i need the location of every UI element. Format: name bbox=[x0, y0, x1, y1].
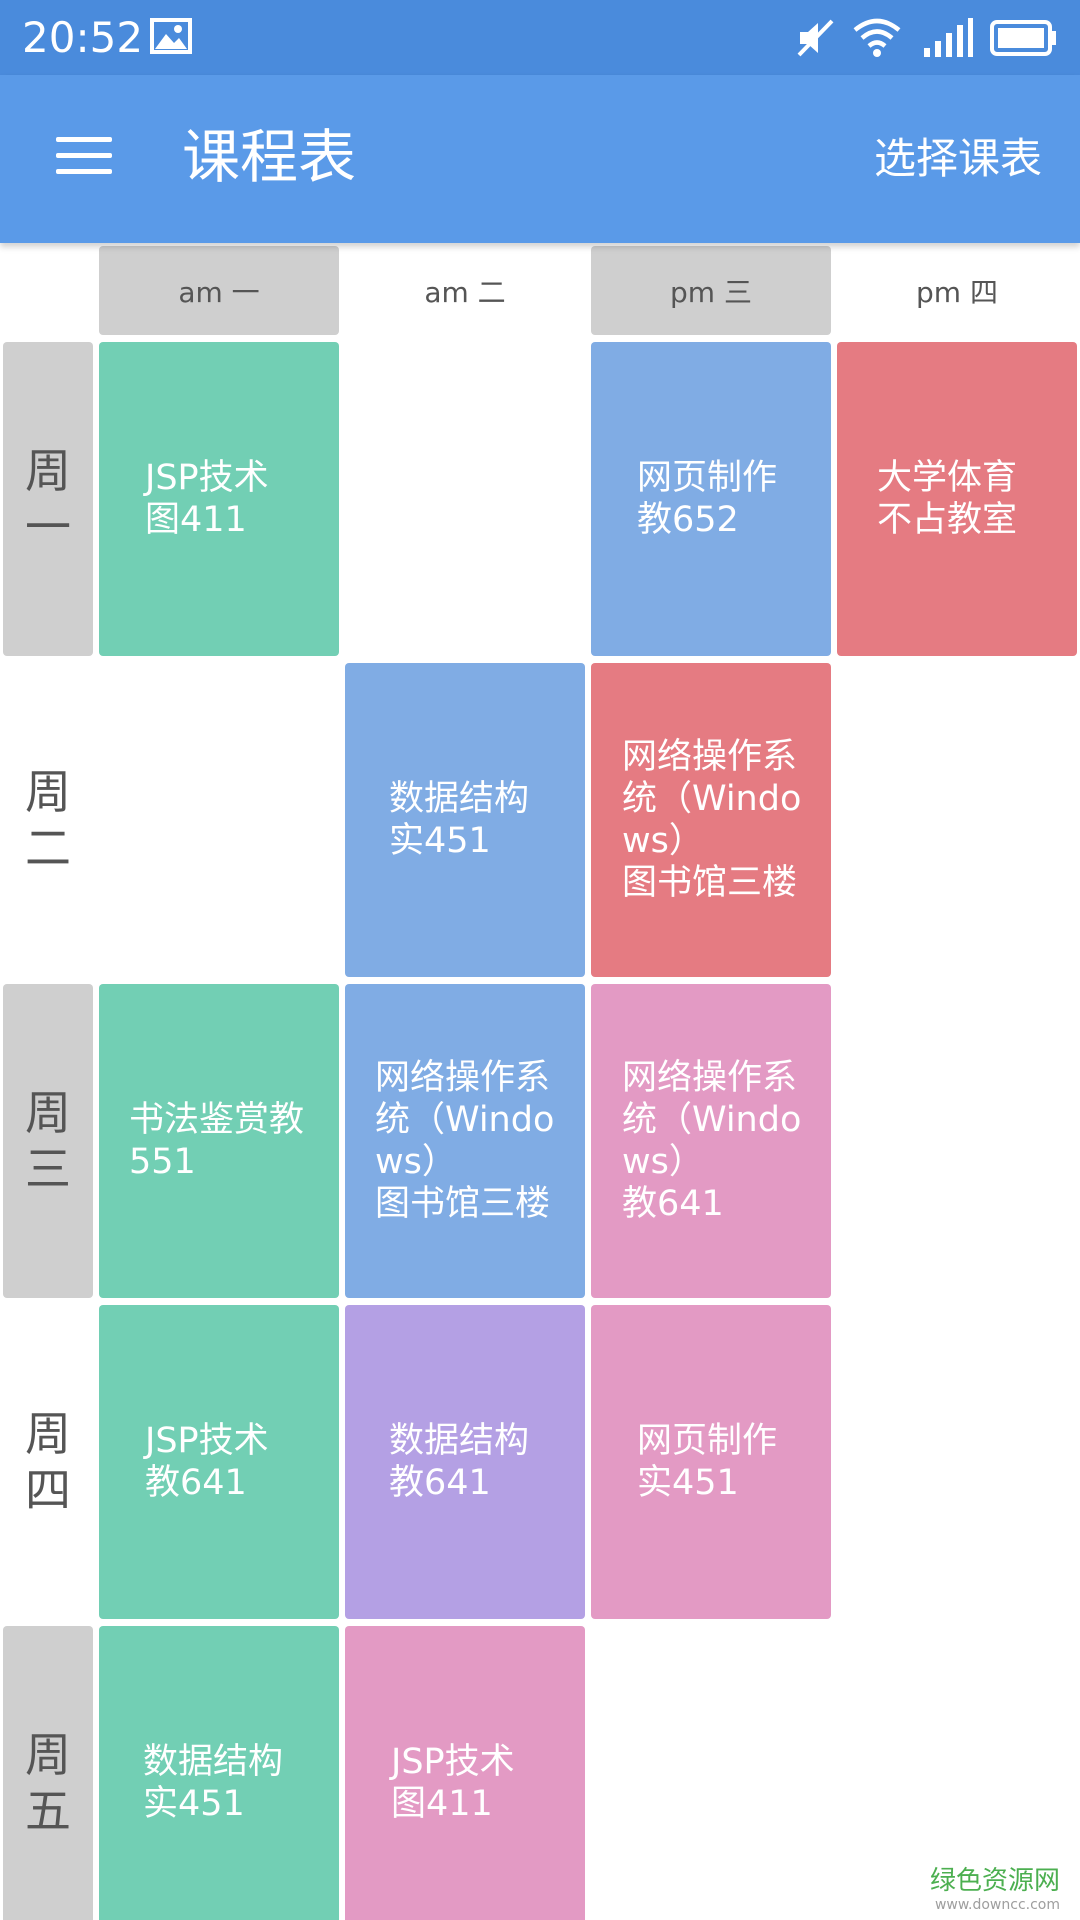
course-text: 网络操作系统（Windows） 图书馆三楼 bbox=[622, 737, 802, 903]
app-bar: 课程表 选择课表 bbox=[0, 75, 1080, 243]
page-title: 课程表 bbox=[182, 123, 357, 191]
day-header-wed: 周三 bbox=[3, 984, 93, 1298]
period-header-2: am 二 bbox=[424, 275, 506, 309]
watermark-name: 绿色资源网 bbox=[929, 1866, 1060, 1896]
battery-icon bbox=[990, 20, 1056, 56]
course-text: 数据结构 实451 bbox=[389, 779, 530, 861]
status-time: 20:52 bbox=[22, 13, 144, 62]
day-header-tue: 周二 bbox=[25, 765, 71, 875]
course-cell-fri-1[interactable]: 数据结构 实451 bbox=[99, 1626, 339, 1920]
watermark-url: www.downcc.com bbox=[934, 1897, 1060, 1913]
course-text: 网络操作系统（Windows） 教641 bbox=[622, 1058, 802, 1224]
course-text: JSP技术 教641 bbox=[145, 1421, 269, 1503]
menu-icon[interactable] bbox=[46, 127, 114, 183]
course-cell-tue-3[interactable]: 网络操作系统（Windows） 图书馆三楼 bbox=[591, 663, 831, 977]
status-bar: 20:52 bbox=[0, 0, 1080, 75]
course-cell-thu-3[interactable]: 网页制作 实451 bbox=[591, 1305, 831, 1619]
course-cell-thu-2[interactable]: 数据结构 教641 bbox=[345, 1305, 585, 1619]
course-text: 网络操作系统（Windows） 图书馆三楼 bbox=[375, 1058, 555, 1224]
course-cell-mon-3[interactable]: 网页制作 教652 bbox=[591, 342, 831, 656]
period-header-3: pm 三 bbox=[591, 246, 831, 335]
course-text: 数据结构 教641 bbox=[389, 1421, 530, 1503]
course-cell-thu-1[interactable]: JSP技术 教641 bbox=[99, 1305, 339, 1619]
course-cell-fri-2[interactable]: JSP技术 图411 bbox=[345, 1626, 585, 1920]
course-text: 数据结构 实451 bbox=[143, 1742, 284, 1824]
course-text: 书法鉴赏教551 bbox=[129, 1100, 305, 1182]
select-schedule-button[interactable]: 选择课表 bbox=[874, 130, 1042, 188]
course-text: JSP技术 图411 bbox=[391, 1742, 515, 1824]
period-header-1: am 一 bbox=[99, 246, 339, 335]
day-header-thu: 周四 bbox=[25, 1407, 71, 1517]
day-header-fri: 周五 bbox=[3, 1626, 93, 1920]
course-cell-wed-1[interactable]: 书法鉴赏教551 bbox=[99, 984, 339, 1298]
watermark: 绿色资源网 www.downcc.com bbox=[930, 1866, 1060, 1914]
course-text: 网页制作 实451 bbox=[637, 1421, 778, 1503]
course-cell-tue-2[interactable]: 数据结构 实451 bbox=[345, 663, 585, 977]
course-cell-mon-4[interactable]: 大学体育 不占教室 bbox=[837, 342, 1077, 656]
period-header-4: pm 四 bbox=[916, 275, 998, 309]
course-cell-wed-2[interactable]: 网络操作系统（Windows） 图书馆三楼 bbox=[345, 984, 585, 1298]
course-text: 大学体育 不占教室 bbox=[877, 458, 1018, 540]
mute-icon bbox=[797, 19, 834, 57]
course-text: JSP技术 图411 bbox=[145, 458, 269, 540]
image-icon bbox=[150, 18, 192, 54]
wifi-icon bbox=[853, 18, 901, 57]
course-cell-wed-3[interactable]: 网络操作系统（Windows） 教641 bbox=[591, 984, 831, 1298]
course-cell-mon-1[interactable]: JSP技术 图411 bbox=[99, 342, 339, 656]
course-text: 网页制作 教652 bbox=[637, 458, 778, 540]
day-header-mon: 周一 bbox=[3, 342, 93, 656]
signal-icon bbox=[924, 18, 973, 57]
